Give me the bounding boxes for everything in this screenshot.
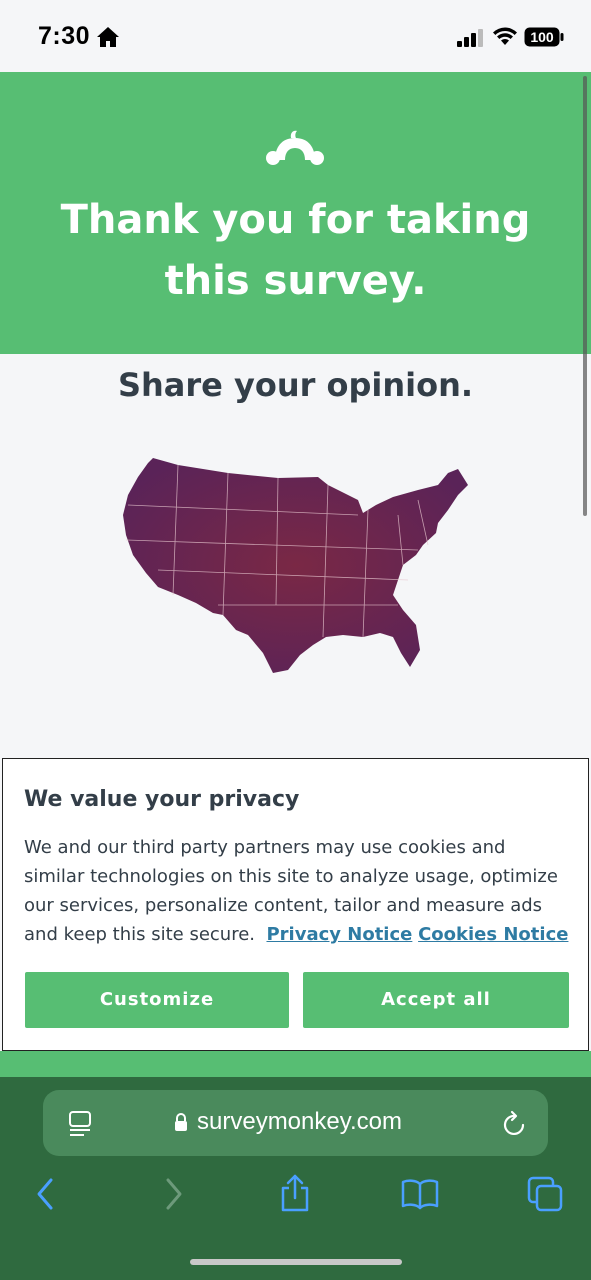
battery-level: 100 <box>530 29 554 45</box>
status-bar: 7:30 100 <box>0 0 591 72</box>
privacy-text: We and our third party partners may use … <box>24 833 569 949</box>
privacy-title: We value your privacy <box>24 787 300 812</box>
back-icon[interactable] <box>27 1172 67 1216</box>
signal-icon <box>457 29 483 47</box>
scrollbar[interactable] <box>583 76 587 516</box>
customize-button[interactable]: Customize <box>25 972 289 1028</box>
wifi-icon <box>493 27 517 45</box>
accept-all-button[interactable]: Accept all <box>303 972 569 1028</box>
address-bar[interactable]: surveymonkey.com <box>43 1090 548 1156</box>
surveymonkey-logo-icon <box>266 130 324 165</box>
browser-toolbar: surveymonkey.com <box>0 1077 591 1280</box>
home-icon <box>97 27 119 47</box>
lock-icon <box>175 1113 187 1131</box>
cookies-notice-link[interactable]: Cookies Notice <box>418 924 568 945</box>
status-time: 7:30 <box>38 22 91 50</box>
privacy-notice-link[interactable]: Privacy Notice <box>266 924 412 945</box>
thank-you-title: Thank you for taking this survey. <box>60 197 531 304</box>
reload-icon[interactable] <box>501 1108 529 1138</box>
battery-icon: 100 <box>524 27 564 47</box>
home-indicator <box>190 1259 402 1265</box>
page-subtitle: Share your opinion. <box>117 366 474 404</box>
tabs-overview-icon[interactable] <box>67 1110 93 1138</box>
battery-indicator: 100 <box>524 27 564 47</box>
us-map-image <box>123 458 468 673</box>
forward-icon[interactable] <box>152 1172 192 1216</box>
tabs-icon[interactable] <box>525 1172 565 1216</box>
footer-strip <box>0 1051 591 1077</box>
privacy-dialog: We value your privacy We and our third p… <box>2 758 589 1051</box>
share-icon[interactable] <box>275 1172 315 1216</box>
bookmarks-icon[interactable] <box>400 1172 440 1216</box>
url-text: surveymonkey.com <box>197 1108 402 1135</box>
